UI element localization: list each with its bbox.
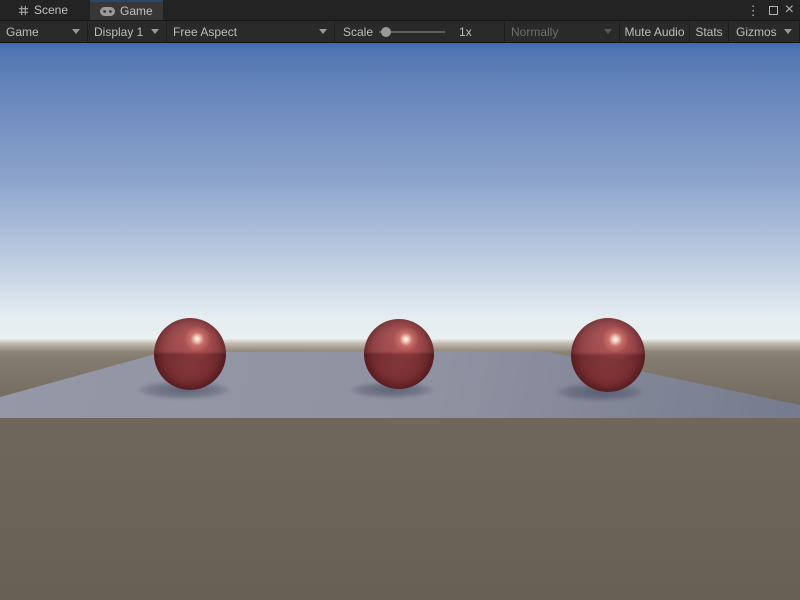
scale-control: Scale 1x	[335, 21, 505, 42]
tab-bar: Scene Game ⋮ ×	[0, 0, 800, 21]
red-sphere	[364, 319, 434, 389]
close-icon[interactable]: ×	[785, 2, 794, 18]
tab-scene-label: Scene	[34, 3, 68, 17]
kebab-menu-icon[interactable]: ⋮	[745, 4, 762, 17]
chevron-down-icon	[151, 29, 159, 34]
stats-button[interactable]: Stats	[690, 21, 729, 42]
red-sphere	[154, 318, 226, 390]
mute-audio-label: Mute Audio	[624, 25, 684, 39]
scale-slider-thumb[interactable]	[381, 27, 391, 37]
chevron-down-icon	[784, 29, 792, 34]
gizmos-dropdown[interactable]: Gizmos	[729, 21, 800, 42]
chevron-down-icon	[72, 29, 80, 34]
play-mode-dropdown: Normally	[505, 21, 620, 42]
play-mode-label: Normally	[505, 25, 558, 39]
red-sphere	[571, 318, 645, 392]
stats-label: Stats	[695, 25, 722, 39]
mute-audio-button[interactable]: Mute Audio	[620, 21, 690, 42]
chevron-down-icon	[319, 29, 327, 34]
display-dropdown[interactable]: Display 1	[88, 21, 167, 42]
tab-game-label: Game	[120, 4, 153, 18]
game-mode-label: Game	[0, 25, 39, 39]
chevron-down-icon	[604, 29, 612, 34]
scale-label: Scale	[335, 25, 373, 39]
tab-game[interactable]: Game	[90, 0, 163, 20]
gamepad-icon	[100, 7, 115, 16]
game-view-toolbar: Game Display 1 Free Aspect Scale 1x Norm…	[0, 21, 800, 43]
scale-slider[interactable]	[379, 27, 449, 37]
grid-icon	[18, 5, 29, 16]
game-mode-dropdown[interactable]: Game	[0, 21, 88, 42]
aspect-ratio-label: Free Aspect	[167, 25, 237, 39]
maximize-icon[interactable]	[769, 6, 778, 15]
window-controls: ⋮ ×	[745, 0, 800, 20]
scale-value: 1x	[459, 25, 472, 39]
game-viewport[interactable]	[0, 43, 800, 600]
tab-scene[interactable]: Scene	[8, 0, 78, 20]
aspect-ratio-dropdown[interactable]: Free Aspect	[167, 21, 335, 42]
sky-gradient	[0, 43, 800, 339]
gizmos-label: Gizmos	[729, 25, 777, 39]
display-label: Display 1	[88, 25, 143, 39]
